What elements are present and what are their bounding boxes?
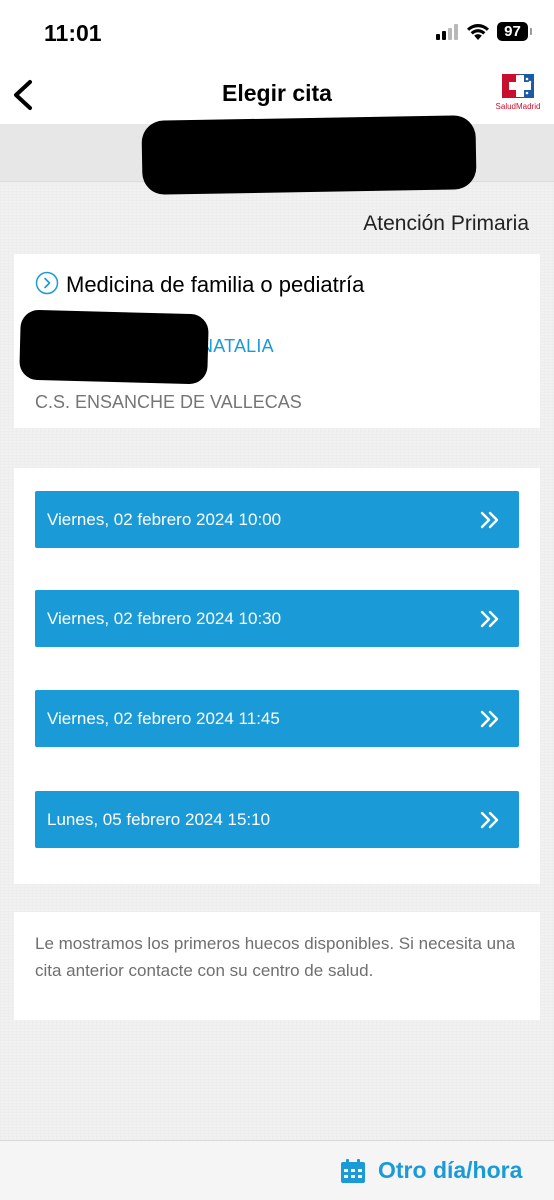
double-chevron-right-icon bbox=[480, 710, 499, 728]
double-chevron-right-icon bbox=[480, 811, 499, 829]
salud-madrid-logo-icon bbox=[502, 74, 534, 98]
chevron-circle-icon[interactable] bbox=[35, 271, 59, 295]
double-chevron-right-icon bbox=[480, 610, 499, 628]
slot-button[interactable]: Viernes, 02 febrero 2024 11:45 bbox=[35, 690, 519, 747]
status-time: 11:01 bbox=[44, 20, 102, 46]
logo-text: SaludMadrid bbox=[495, 102, 541, 111]
salud-madrid-logo: SaludMadrid bbox=[492, 70, 544, 116]
availability-note-card: Le mostramos los primeros huecos disponi… bbox=[14, 912, 540, 1020]
slot-label: Lunes, 05 febrero 2024 15:10 bbox=[47, 810, 271, 829]
nav-bar: Elegir cita SaludMadrid bbox=[0, 66, 554, 124]
slot-button[interactable]: Viernes, 02 febrero 2024 10:00 bbox=[35, 491, 519, 548]
availability-note: Le mostramos los primeros huecos disponi… bbox=[35, 934, 516, 980]
specialty-name: Medicina de familia o pediatría bbox=[66, 272, 365, 297]
bottom-toolbar: Otro día/hora bbox=[0, 1140, 554, 1200]
double-chevron-right-icon bbox=[480, 511, 499, 529]
cellular-signal-icon bbox=[436, 24, 460, 40]
available-slots-list: Viernes, 02 febrero 2024 10:00 Viernes, … bbox=[14, 468, 540, 884]
wifi-icon bbox=[467, 24, 489, 40]
redaction-mark bbox=[19, 309, 209, 385]
slot-label: Viernes, 02 febrero 2024 10:00 bbox=[47, 510, 282, 529]
slot-label: Viernes, 02 febrero 2024 11:45 bbox=[47, 709, 280, 728]
status-bar: 11:01 97 bbox=[0, 0, 554, 66]
redaction-mark bbox=[141, 115, 477, 195]
slot-label: Viernes, 02 febrero 2024 10:30 bbox=[47, 609, 282, 628]
calendar-icon bbox=[341, 1159, 365, 1183]
section-label: Atención Primaria bbox=[363, 212, 529, 235]
other-date-time-button[interactable]: Otro día/hora bbox=[340, 1155, 554, 1189]
health-center-name: C.S. ENSANCHE DE VALLECAS bbox=[35, 392, 302, 412]
page-title: Elegir cita bbox=[222, 80, 332, 106]
slot-button[interactable]: Viernes, 02 febrero 2024 10:30 bbox=[35, 590, 519, 647]
battery-indicator: 97 bbox=[497, 22, 532, 41]
slot-button[interactable]: Lunes, 05 febrero 2024 15:10 bbox=[35, 791, 519, 848]
other-date-time-label: Otro día/hora bbox=[378, 1157, 523, 1183]
